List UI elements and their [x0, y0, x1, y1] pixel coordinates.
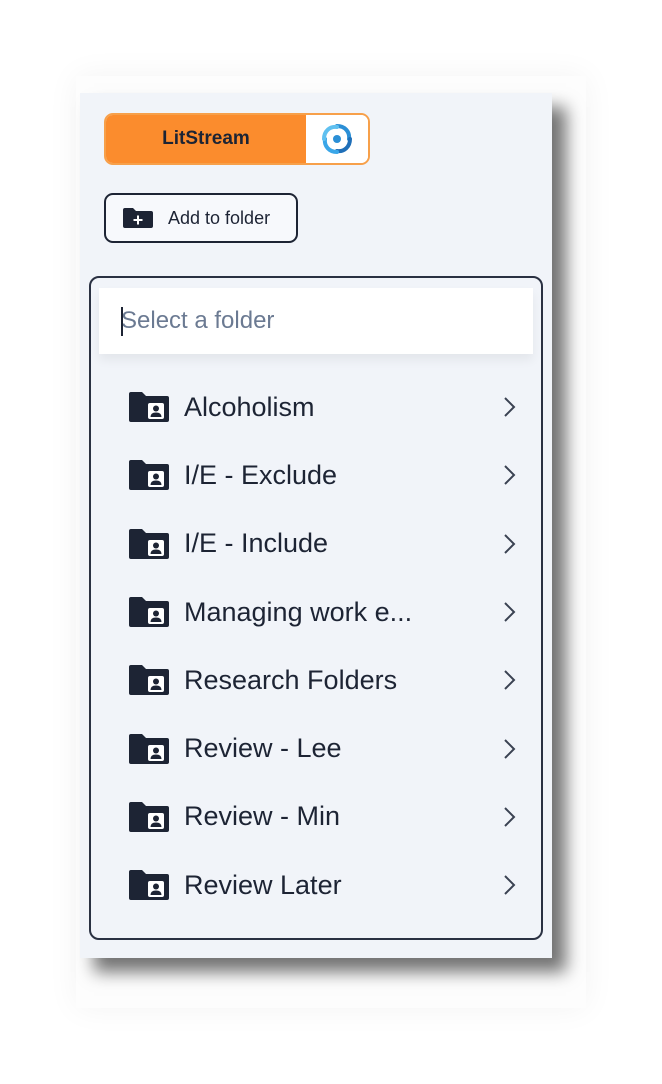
folder-item-review-min[interactable]: Review - Min — [91, 783, 541, 851]
folder-item-label: I/E - Include — [184, 528, 329, 559]
folder-plus-icon — [122, 207, 154, 229]
chevron-right-icon — [504, 534, 516, 554]
shared-folder-icon — [129, 460, 169, 491]
chevron-right-icon — [504, 602, 516, 622]
chevron-right-icon — [504, 875, 516, 895]
folder-item-review-lee[interactable]: Review - Lee — [91, 714, 541, 782]
folder-item-managing-work[interactable]: Managing work e... — [91, 578, 541, 646]
chevron-right-icon — [504, 465, 516, 486]
folder-list: Alcoholism I/E - Exclude I/E - Include M… — [91, 373, 541, 919]
folder-item-label: Review Later — [184, 869, 342, 900]
litstream-label: LitStream — [106, 115, 306, 163]
folder-item-label: Review - Lee — [184, 733, 342, 764]
folder-item-ie-exclude[interactable]: I/E - Exclude — [91, 441, 541, 509]
folder-search-box — [99, 288, 533, 354]
shared-folder-icon — [129, 665, 169, 696]
folder-item-research-folders[interactable]: Research Folders — [91, 646, 541, 714]
chevron-right-icon — [504, 807, 516, 827]
folder-dropdown: Alcoholism I/E - Exclude — [89, 276, 543, 940]
folder-search-input[interactable] — [99, 288, 533, 354]
chevron-right-icon — [504, 738, 516, 759]
folder-item-label: Alcoholism — [184, 391, 315, 422]
folder-item-label: Managing work e... — [184, 596, 413, 627]
folder-item-label: Review - Min — [184, 801, 341, 832]
shared-folder-icon — [129, 597, 169, 628]
text-caret — [121, 307, 123, 336]
folder-item-ie-include[interactable]: I/E - Include — [91, 510, 541, 578]
litstream-swirl-icon — [306, 115, 368, 163]
folder-item-alcoholism[interactable]: Alcoholism — [91, 373, 541, 441]
shared-folder-icon — [129, 392, 169, 423]
add-to-folder-button[interactable]: Add to folder — [104, 193, 298, 243]
shared-folder-icon — [129, 801, 169, 832]
folder-item-label: I/E - Exclude — [184, 459, 338, 490]
add-to-folder-label: Add to folder — [168, 207, 271, 228]
folder-item-label: Research Folders — [184, 664, 398, 695]
litstream-button[interactable]: LitStream — [104, 113, 370, 165]
shared-folder-icon — [129, 870, 169, 901]
chevron-right-icon — [504, 670, 516, 691]
folder-item-review-later[interactable]: Review Later — [91, 851, 541, 919]
chevron-right-icon — [504, 397, 516, 417]
shared-folder-icon — [129, 528, 169, 559]
shared-folder-icon — [129, 733, 169, 764]
side-panel: LitStream Add to folder Select a folder … — [80, 93, 552, 958]
